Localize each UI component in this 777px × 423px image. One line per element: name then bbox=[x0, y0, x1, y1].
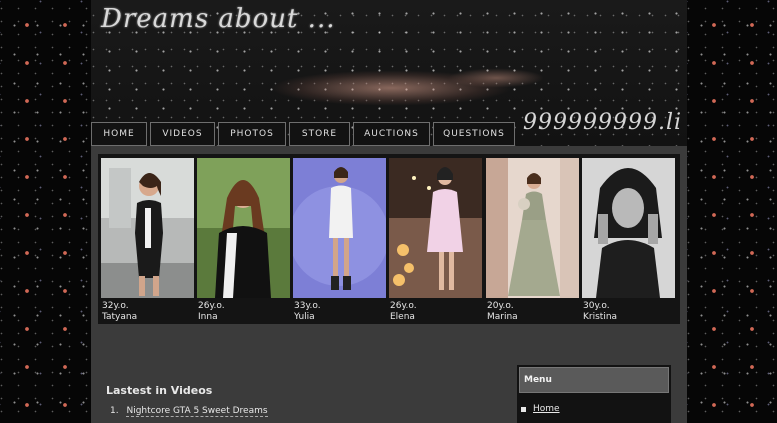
profile-name[interactable]: Tatyana bbox=[102, 312, 137, 322]
starfield-left bbox=[0, 0, 91, 423]
profile-age: 26y.o. bbox=[198, 301, 225, 311]
profile-name[interactable]: Elena bbox=[390, 312, 415, 322]
nav-auctions-button[interactable]: Auctions bbox=[353, 122, 430, 146]
profile-name[interactable]: Kristina bbox=[583, 312, 617, 322]
domain-suffix: 999999999.li bbox=[523, 110, 683, 135]
profile-card[interactable]: 26y.o. Elena bbox=[389, 158, 482, 322]
sidebar-menu-title: Menu bbox=[519, 367, 669, 393]
profile-card[interactable]: 26y.o. Inna bbox=[197, 158, 290, 322]
profile-name[interactable]: Marina bbox=[487, 312, 518, 322]
profile-photo[interactable] bbox=[197, 158, 290, 298]
nav-questions-button[interactable]: Questions bbox=[433, 122, 515, 146]
nav-home-button[interactable]: Home bbox=[91, 122, 147, 146]
sidebar-item-home[interactable]: Home bbox=[521, 404, 560, 414]
site-title: Dreams about ... bbox=[101, 4, 336, 34]
profile-photo[interactable] bbox=[582, 158, 675, 298]
profile-age: 32y.o. bbox=[102, 301, 129, 311]
profile-card[interactable]: 33y.o. Yulia bbox=[293, 158, 386, 322]
sidebar-item-label[interactable]: Home bbox=[533, 404, 560, 414]
profile-card[interactable]: 30y.o. Kristina bbox=[582, 158, 675, 322]
starfield-right bbox=[687, 0, 777, 423]
latest-videos-title: Lastest in Videos bbox=[106, 384, 213, 397]
page-container: Dreams about ... 999999999.li Home Video… bbox=[91, 0, 687, 423]
video-item-link[interactable]: Nightcore GTA 5 Sweet Dreams bbox=[126, 406, 268, 417]
profile-age: 33y.o. bbox=[294, 301, 321, 311]
profile-age: 26y.o. bbox=[390, 301, 417, 311]
profile-photo[interactable] bbox=[101, 158, 194, 298]
profile-photo[interactable] bbox=[486, 158, 579, 298]
profile-card[interactable]: 20y.o. Marina bbox=[486, 158, 579, 322]
nav-photos-button[interactable]: Photos bbox=[218, 122, 286, 146]
nav-videos-button[interactable]: Videos bbox=[150, 122, 215, 146]
nav-store-button[interactable]: Store bbox=[289, 122, 350, 146]
profile-gallery: 32y.o. Tatyana 26y.o. Inna 33y.o. Yulia … bbox=[98, 154, 680, 324]
video-item-number: 1. bbox=[110, 406, 119, 416]
profile-age: 20y.o. bbox=[487, 301, 514, 311]
bullet-icon bbox=[521, 406, 526, 412]
profile-age: 30y.o. bbox=[583, 301, 610, 311]
profile-photo[interactable] bbox=[293, 158, 386, 298]
video-list-item: 1. Nightcore GTA 5 Sweet Dreams bbox=[110, 406, 268, 417]
profile-photo[interactable] bbox=[389, 158, 482, 298]
profile-name[interactable]: Yulia bbox=[294, 312, 315, 322]
profile-card[interactable]: 32y.o. Tatyana bbox=[101, 158, 194, 322]
sidebar-menu: Menu Home bbox=[517, 365, 671, 423]
profile-name[interactable]: Inna bbox=[198, 312, 218, 322]
